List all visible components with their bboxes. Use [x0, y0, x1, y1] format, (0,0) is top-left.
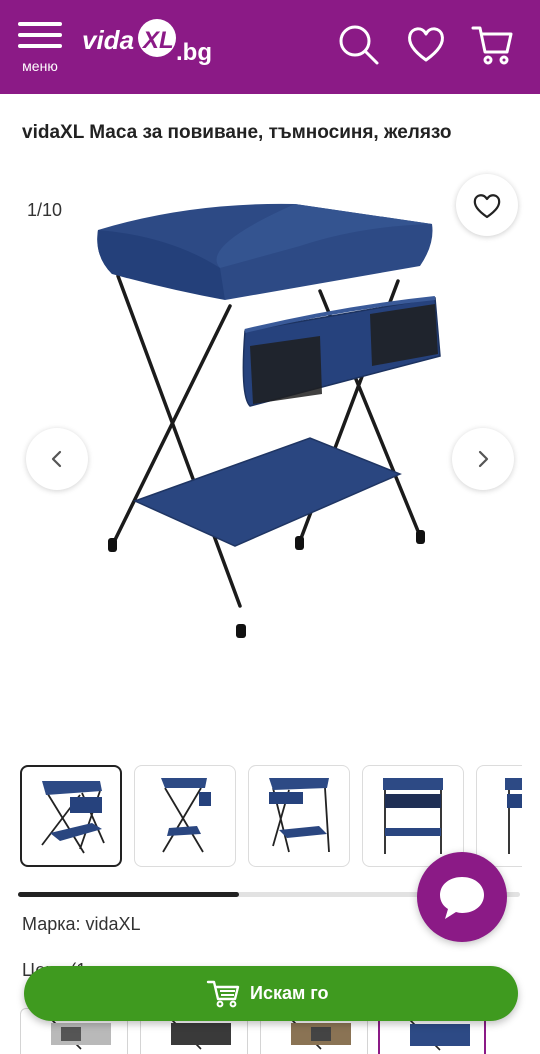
cart-icon[interactable] — [470, 22, 514, 66]
gallery-next-button[interactable] — [452, 428, 514, 490]
gallery-scroll-progress-fill — [18, 892, 239, 897]
cart-icon — [206, 980, 240, 1008]
chevron-left-icon — [51, 450, 62, 468]
thumbnail-3[interactable] — [248, 765, 350, 867]
brand-line: Марка: vidaXL — [22, 914, 141, 934]
logo-mark: vida XL .bg — [82, 19, 212, 66]
image-counter: 1/10 — [27, 200, 63, 220]
svg-text:.bg: .bg — [176, 39, 212, 66]
thumbnail-2[interactable] — [134, 765, 236, 867]
gallery-prev-button[interactable] — [26, 428, 88, 490]
menu-icon — [18, 22, 62, 26]
vidaxl-logo[interactable]: vida XL .bg — [80, 18, 222, 70]
svg-text:XL: XL — [141, 27, 174, 54]
chevron-right-icon — [478, 450, 489, 468]
heart-icon[interactable] — [404, 22, 448, 66]
heart-outline-icon — [473, 194, 501, 219]
add-to-cart-label: Искам го — [250, 983, 329, 1003]
thumbnail-4[interactable] — [362, 765, 464, 867]
thumbnail-1[interactable] — [20, 765, 122, 867]
product-main-image[interactable] — [90, 196, 450, 646]
top-header: меню vida XL .bg — [0, 0, 540, 94]
search-icon[interactable] — [336, 22, 380, 66]
svg-text:vida: vida — [82, 25, 134, 55]
add-to-wishlist-button[interactable] — [456, 174, 518, 236]
product-title: vidaXL Маса за повиване, тъмносиня, желя… — [22, 122, 452, 143]
menu-button[interactable]: меню — [16, 22, 64, 78]
chat-button[interactable] — [417, 852, 507, 942]
menu-label: меню — [22, 58, 58, 74]
thumbnail-5[interactable] — [476, 765, 522, 867]
chat-bubble-icon — [440, 877, 484, 919]
add-to-cart-button[interactable]: Искам го — [24, 966, 518, 1021]
